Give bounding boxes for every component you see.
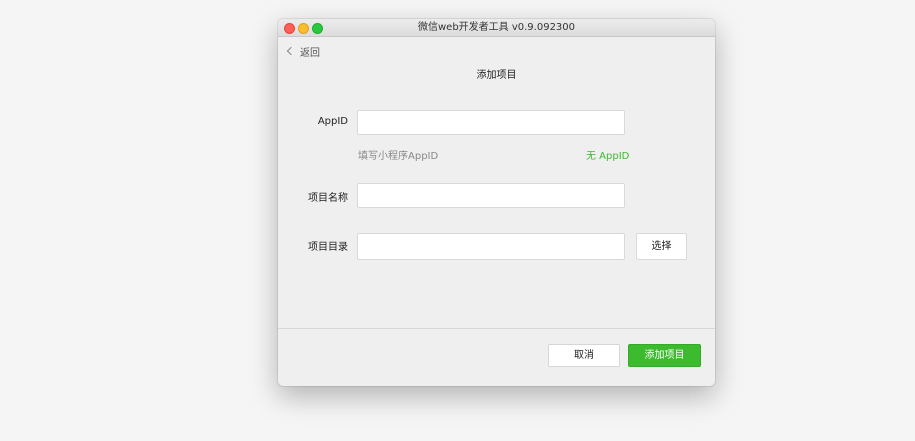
page-title: 添加项目 <box>476 70 517 81</box>
add-project-button[interactable]: 添加项目 <box>628 344 701 367</box>
project-name-label: 项目名称 <box>308 193 348 204</box>
desktop: 微信web开发者工具 v0.9.092300 返回 添加项目 AppID 填写小… <box>0 0 915 441</box>
chevron-left-icon <box>286 46 296 56</box>
appid-input[interactable] <box>357 110 625 135</box>
footer-divider <box>278 328 715 329</box>
cancel-button[interactable]: 取消 <box>548 344 620 367</box>
back-button[interactable]: 返回 <box>285 44 320 59</box>
appid-hint: 填写小程序AppID <box>358 151 439 162</box>
back-label: 返回 <box>300 47 320 59</box>
window-title: 微信web开发者工具 v0.9.092300 <box>417 22 576 33</box>
appid-label: AppID <box>317 116 348 127</box>
no-appid-link[interactable]: 无 AppID <box>586 147 629 162</box>
project-dir-label: 项目目录 <box>308 242 348 253</box>
title-bar[interactable]: 微信web开发者工具 v0.9.092300 <box>278 19 715 37</box>
project-name-input[interactable] <box>357 183 625 208</box>
add-project-window: 微信web开发者工具 v0.9.092300 返回 添加项目 AppID 填写小… <box>278 19 715 386</box>
project-dir-input[interactable] <box>357 233 625 260</box>
select-directory-button[interactable]: 选择 <box>636 233 687 260</box>
